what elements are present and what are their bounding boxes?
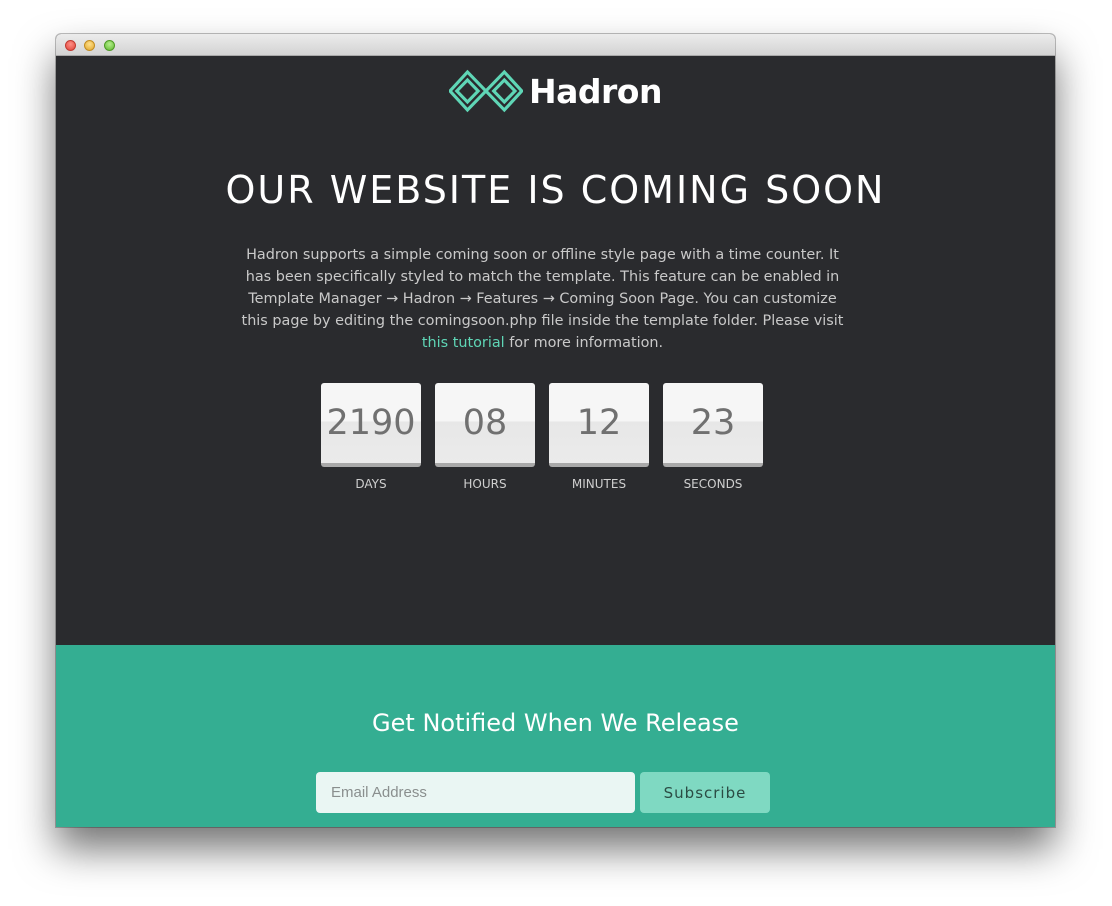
description-suffix: for more information. [504,335,664,351]
countdown-minutes: 12 MINUTES [549,383,649,491]
close-window-button[interactable] [65,40,76,51]
email-field[interactable] [316,772,635,813]
window-titlebar [56,34,1055,56]
countdown-value: 2190 [326,403,416,443]
countdown-value: 12 [576,403,622,443]
logo[interactable]: Hadron [56,69,1055,113]
countdown-seconds: 23 SECONDS [663,383,763,491]
description-text: Hadron supports a simple coming soon or … [241,247,844,329]
countdown-timer: 2190 DAYS 08 HOURS 12 MINUTES 23 SECONDS [321,383,763,491]
countdown-value: 23 [690,403,736,443]
zoom-window-button[interactable] [104,40,115,51]
countdown-box: 23 [663,383,763,467]
hadron-logo-icon [449,69,524,113]
hero-section: Hadron OUR WEBSITE IS COMING SOON Hadron… [56,56,1055,645]
countdown-box: 12 [549,383,649,467]
countdown-box: 08 [435,383,535,467]
countdown-label: DAYS [355,477,387,491]
countdown-label: MINUTES [571,477,627,491]
page-title: OUR WEBSITE IS COMING SOON [225,168,886,212]
countdown-hours: 08 HOURS [435,383,535,491]
subscribe-button[interactable]: Subscribe [640,772,770,813]
countdown-box: 2190 [321,383,421,467]
countdown-value: 08 [462,403,508,443]
countdown-days: 2190 DAYS [321,383,421,491]
description: Hadron supports a simple coming soon or … [239,244,846,354]
logo-text: Hadron [529,71,662,111]
tutorial-link[interactable]: this tutorial [422,335,505,351]
countdown-label: SECONDS [683,477,743,491]
notify-section: Get Notified When We Release Subscribe [56,645,1055,827]
browser-window: Hadron OUR WEBSITE IS COMING SOON Hadron… [56,34,1055,827]
countdown-label: HOURS [463,477,507,491]
minimize-window-button[interactable] [84,40,95,51]
notify-title: Get Notified When We Release [372,709,739,737]
